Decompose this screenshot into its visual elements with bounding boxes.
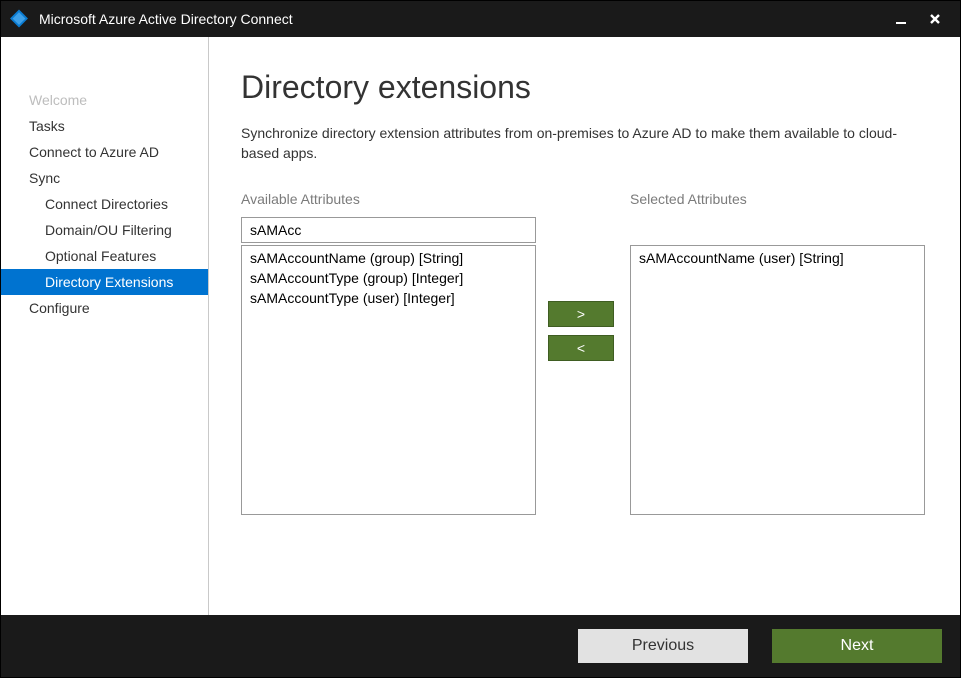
available-attributes-label: Available Attributes <box>241 191 536 207</box>
nav-label: Connect to Azure AD <box>29 144 159 160</box>
nav-label: Directory Extensions <box>45 274 173 290</box>
window-titlebar: Microsoft Azure Active Directory Connect <box>1 1 960 37</box>
next-button[interactable]: Next <box>772 629 942 663</box>
wizard-footer: Previous Next <box>1 615 960 677</box>
nav-optional-features[interactable]: Optional Features <box>1 243 208 269</box>
page-title: Directory extensions <box>241 69 928 106</box>
page-body: Directory extensions Synchronize directo… <box>209 37 960 615</box>
close-icon <box>929 13 941 25</box>
window-title: Microsoft Azure Active Directory Connect <box>39 11 293 27</box>
chevron-left-icon: < <box>577 340 585 356</box>
app-icon <box>9 9 29 29</box>
add-attribute-button[interactable]: > <box>548 301 614 327</box>
nav-label: Tasks <box>29 118 65 134</box>
nav-tasks[interactable]: Tasks <box>1 113 208 139</box>
available-attributes-listbox[interactable]: sAMAccountName (group) [String]sAMAccoun… <box>241 245 536 515</box>
nav-connect-azure-ad[interactable]: Connect to Azure AD <box>1 139 208 165</box>
mover-buttons: > < <box>548 191 618 361</box>
available-attribute-option[interactable]: sAMAccountType (user) [Integer] <box>242 288 535 308</box>
selected-attribute-option[interactable]: sAMAccountName (user) [String] <box>631 248 924 268</box>
available-attributes-search-input[interactable] <box>241 217 536 243</box>
selected-attributes-listbox[interactable]: sAMAccountName (user) [String] <box>630 245 925 515</box>
nav-label: Sync <box>29 170 60 186</box>
nav-configure[interactable]: Configure <box>1 295 208 321</box>
chevron-right-icon: > <box>577 306 585 322</box>
available-attribute-option[interactable]: sAMAccountName (group) [String] <box>242 248 535 268</box>
page-description: Synchronize directory extension attribut… <box>241 124 921 163</box>
wizard-nav-sidebar: Welcome Tasks Connect to Azure AD Sync C… <box>1 37 209 615</box>
available-attribute-option[interactable]: sAMAccountType (group) [Integer] <box>242 268 535 288</box>
nav-label: Optional Features <box>45 248 156 264</box>
selected-attributes-panel: Selected Attributes sAMAccountName (user… <box>630 191 925 515</box>
minimize-icon <box>895 13 907 25</box>
attribute-picker: Available Attributes sAMAccountName (gro… <box>241 191 928 515</box>
nav-label: Domain/OU Filtering <box>45 222 172 238</box>
nav-label: Connect Directories <box>45 196 168 212</box>
remove-attribute-button[interactable]: < <box>548 335 614 361</box>
nav-directory-extensions[interactable]: Directory Extensions <box>1 269 208 295</box>
available-attributes-panel: Available Attributes sAMAccountName (gro… <box>241 191 536 515</box>
nav-label: Welcome <box>29 92 87 108</box>
window-minimize-button[interactable] <box>884 1 918 37</box>
nav-domain-ou-filtering[interactable]: Domain/OU Filtering <box>1 217 208 243</box>
nav-sync[interactable]: Sync <box>1 165 208 191</box>
previous-button[interactable]: Previous <box>578 629 748 663</box>
nav-label: Configure <box>29 300 90 316</box>
selected-attributes-label: Selected Attributes <box>630 191 925 207</box>
nav-welcome[interactable]: Welcome <box>1 87 208 113</box>
nav-connect-directories[interactable]: Connect Directories <box>1 191 208 217</box>
window-close-button[interactable] <box>918 1 952 37</box>
